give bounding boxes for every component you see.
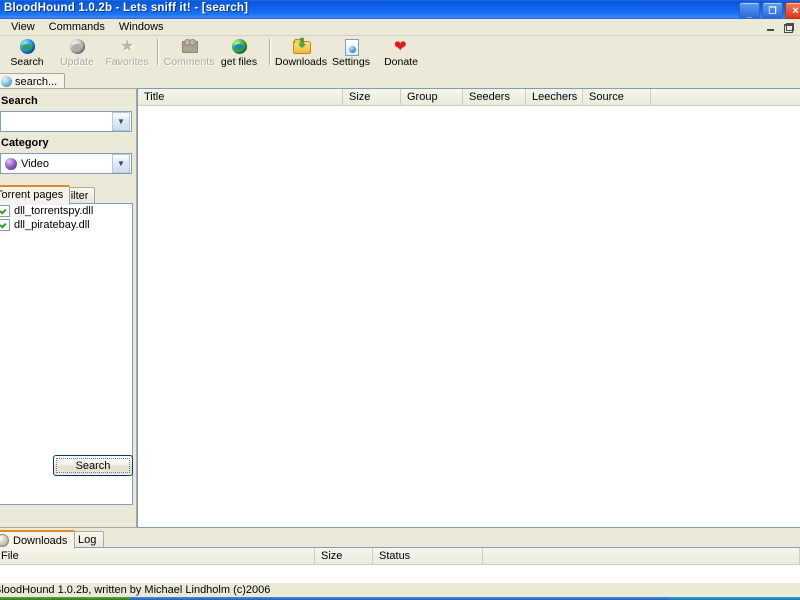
close-button[interactable]: ✕ — [785, 2, 800, 19]
column-header-seeders[interactable]: Seeders — [463, 89, 526, 105]
toolbar-button-donate[interactable]: ❤ Donate — [376, 36, 426, 72]
toolbar-button-settings[interactable]: Settings — [326, 36, 376, 72]
globe-small-icon — [1, 76, 12, 87]
mdi-tab-search[interactable]: search... — [0, 73, 66, 89]
bottom-dock: Downloads i Log File Size Status — [0, 530, 800, 600]
toolbar-button-get-files[interactable]: get files — [214, 36, 264, 72]
status-text: BloodHound 1.0.2b, written by Michael Li… — [0, 584, 271, 596]
toolbar-separator-2 — [269, 39, 271, 65]
folder-down-icon: ⇩ — [292, 37, 311, 55]
column-header-title[interactable]: Title — [138, 89, 343, 105]
camera-icon — [180, 38, 198, 55]
category-label: Category — [1, 137, 49, 149]
category-icon — [5, 157, 17, 170]
globe-green-icon — [230, 38, 248, 55]
page-icon — [342, 38, 360, 56]
chevron-down-icon[interactable]: ▼ — [112, 112, 130, 131]
list-item-label: dll_piratebay.dll — [14, 219, 90, 231]
search-input[interactable]: ▼ — [0, 111, 132, 132]
toolbar-button-downloads[interactable]: ⇩ Downloads — [275, 36, 327, 72]
search-field-label: Search — [1, 95, 38, 107]
tab-torrent-pages-label: Torrent pages — [0, 189, 64, 201]
search-panel: Search ▼ Category Video ▼ Torrent pages — [0, 88, 137, 528]
status-bar: BloodHound 1.0.2b, written by Michael Li… — [0, 582, 800, 598]
tab-downloads-label: Downloads — [13, 534, 68, 547]
download-icon — [0, 534, 9, 547]
restore-icon: ❐ — [768, 5, 777, 15]
menu-items: View Commands Windows — [4, 20, 171, 34]
tab-log-label: Log — [78, 534, 97, 546]
title-bar: BloodHound 1.0.2b - Lets sniff it! - [se… — [0, 0, 800, 19]
window-title: BloodHound 1.0.2b - Lets sniff it! - [se… — [4, 2, 249, 14]
checkbox-icon[interactable] — [0, 205, 10, 217]
menu-item-view[interactable]: View — [4, 20, 42, 34]
heart-icon: ❤ — [394, 38, 407, 55]
close-icon: ✕ — [791, 5, 800, 15]
toolbar-label-search: Search — [10, 56, 44, 68]
search-button[interactable]: Search — [53, 455, 133, 476]
chevron-down-icon[interactable]: ▼ — [112, 154, 130, 173]
toolbar-button-comments[interactable]: Comments — [164, 36, 214, 72]
toolbar-button-update[interactable]: Update — [52, 36, 102, 72]
mdi-tab-strip: search... — [0, 72, 800, 89]
restore-button[interactable]: ❐ — [762, 2, 783, 19]
globe-gray-icon — [68, 38, 86, 55]
source-tab-strip: Torrent pages Filter — [0, 185, 135, 205]
minimize-icon: _ — [746, 8, 753, 18]
application-window: BloodHound 1.0.2b - Lets sniff it! - [se… — [0, 0, 800, 600]
star-icon: ★ — [120, 38, 135, 55]
column-header-source[interactable]: Source — [583, 89, 651, 105]
toolbar-label-favorites: Favorites — [105, 56, 149, 68]
mdi-minimize-button[interactable] — [762, 20, 779, 35]
category-value: Video — [21, 157, 49, 170]
downloads-header-row: File Size Status — [0, 548, 800, 565]
checkbox-icon[interactable] — [0, 219, 10, 231]
column-header-file[interactable]: File — [0, 548, 315, 564]
results-header-row: Title Size Group Seeders Leechers Source — [138, 89, 800, 106]
tab-torrent-pages[interactable]: Torrent pages — [0, 185, 71, 205]
toolbar-button-search[interactable]: Search — [2, 36, 52, 72]
toolbar-label-downloads: Downloads — [275, 56, 327, 68]
toolbar-label-donate: Donate — [384, 56, 418, 68]
toolbar-label-get-files: get files — [220, 56, 258, 68]
column-header-filler — [651, 89, 800, 105]
toolbar-label-settings: Settings — [332, 56, 370, 68]
column-header-status[interactable]: Status — [373, 548, 483, 564]
column-header-filler — [483, 548, 800, 564]
menu-bar: View Commands Windows — [0, 19, 800, 36]
results-body[interactable] — [138, 106, 800, 527]
toolbar-button-favorites[interactable]: ★ Favorites — [102, 36, 152, 72]
column-header-leechers[interactable]: Leechers — [526, 89, 583, 105]
mdi-client-area: search... Search ▼ Category Video ▼ Torr… — [0, 72, 800, 600]
list-item[interactable]: dll_torrentspy.dll — [0, 204, 132, 218]
minimize-button[interactable]: _ — [739, 2, 760, 19]
column-header-size[interactable]: Size — [315, 548, 373, 564]
column-header-group[interactable]: Group — [401, 89, 463, 105]
mdi-child-controls — [762, 20, 797, 35]
list-item-label: dll_torrentspy.dll — [14, 205, 94, 217]
mdi-restore-button[interactable] — [780, 20, 797, 35]
list-item[interactable]: dll_piratebay.dll — [0, 218, 132, 232]
main-toolbar: Search Update ★ Favorites Comments get f… — [0, 36, 800, 73]
column-header-size[interactable]: Size — [343, 89, 401, 105]
mdi-tab-label: search... — [15, 75, 58, 88]
results-list[interactable]: Title Size Group Seeders Leechers Source — [137, 88, 800, 528]
toolbar-separator-1 — [157, 39, 159, 65]
toolbar-label-update: Update — [60, 56, 94, 68]
menu-item-commands[interactable]: Commands — [42, 20, 112, 34]
toolbar-label-comments: Comments — [163, 56, 215, 68]
tab-downloads[interactable]: Downloads — [0, 530, 76, 549]
menu-item-windows[interactable]: Windows — [112, 20, 171, 34]
globe-icon — [18, 38, 36, 55]
window-controls: _ ❐ ✕ — [739, 2, 800, 19]
category-select[interactable]: Video ▼ — [0, 153, 132, 174]
focus-outline — [56, 458, 130, 473]
